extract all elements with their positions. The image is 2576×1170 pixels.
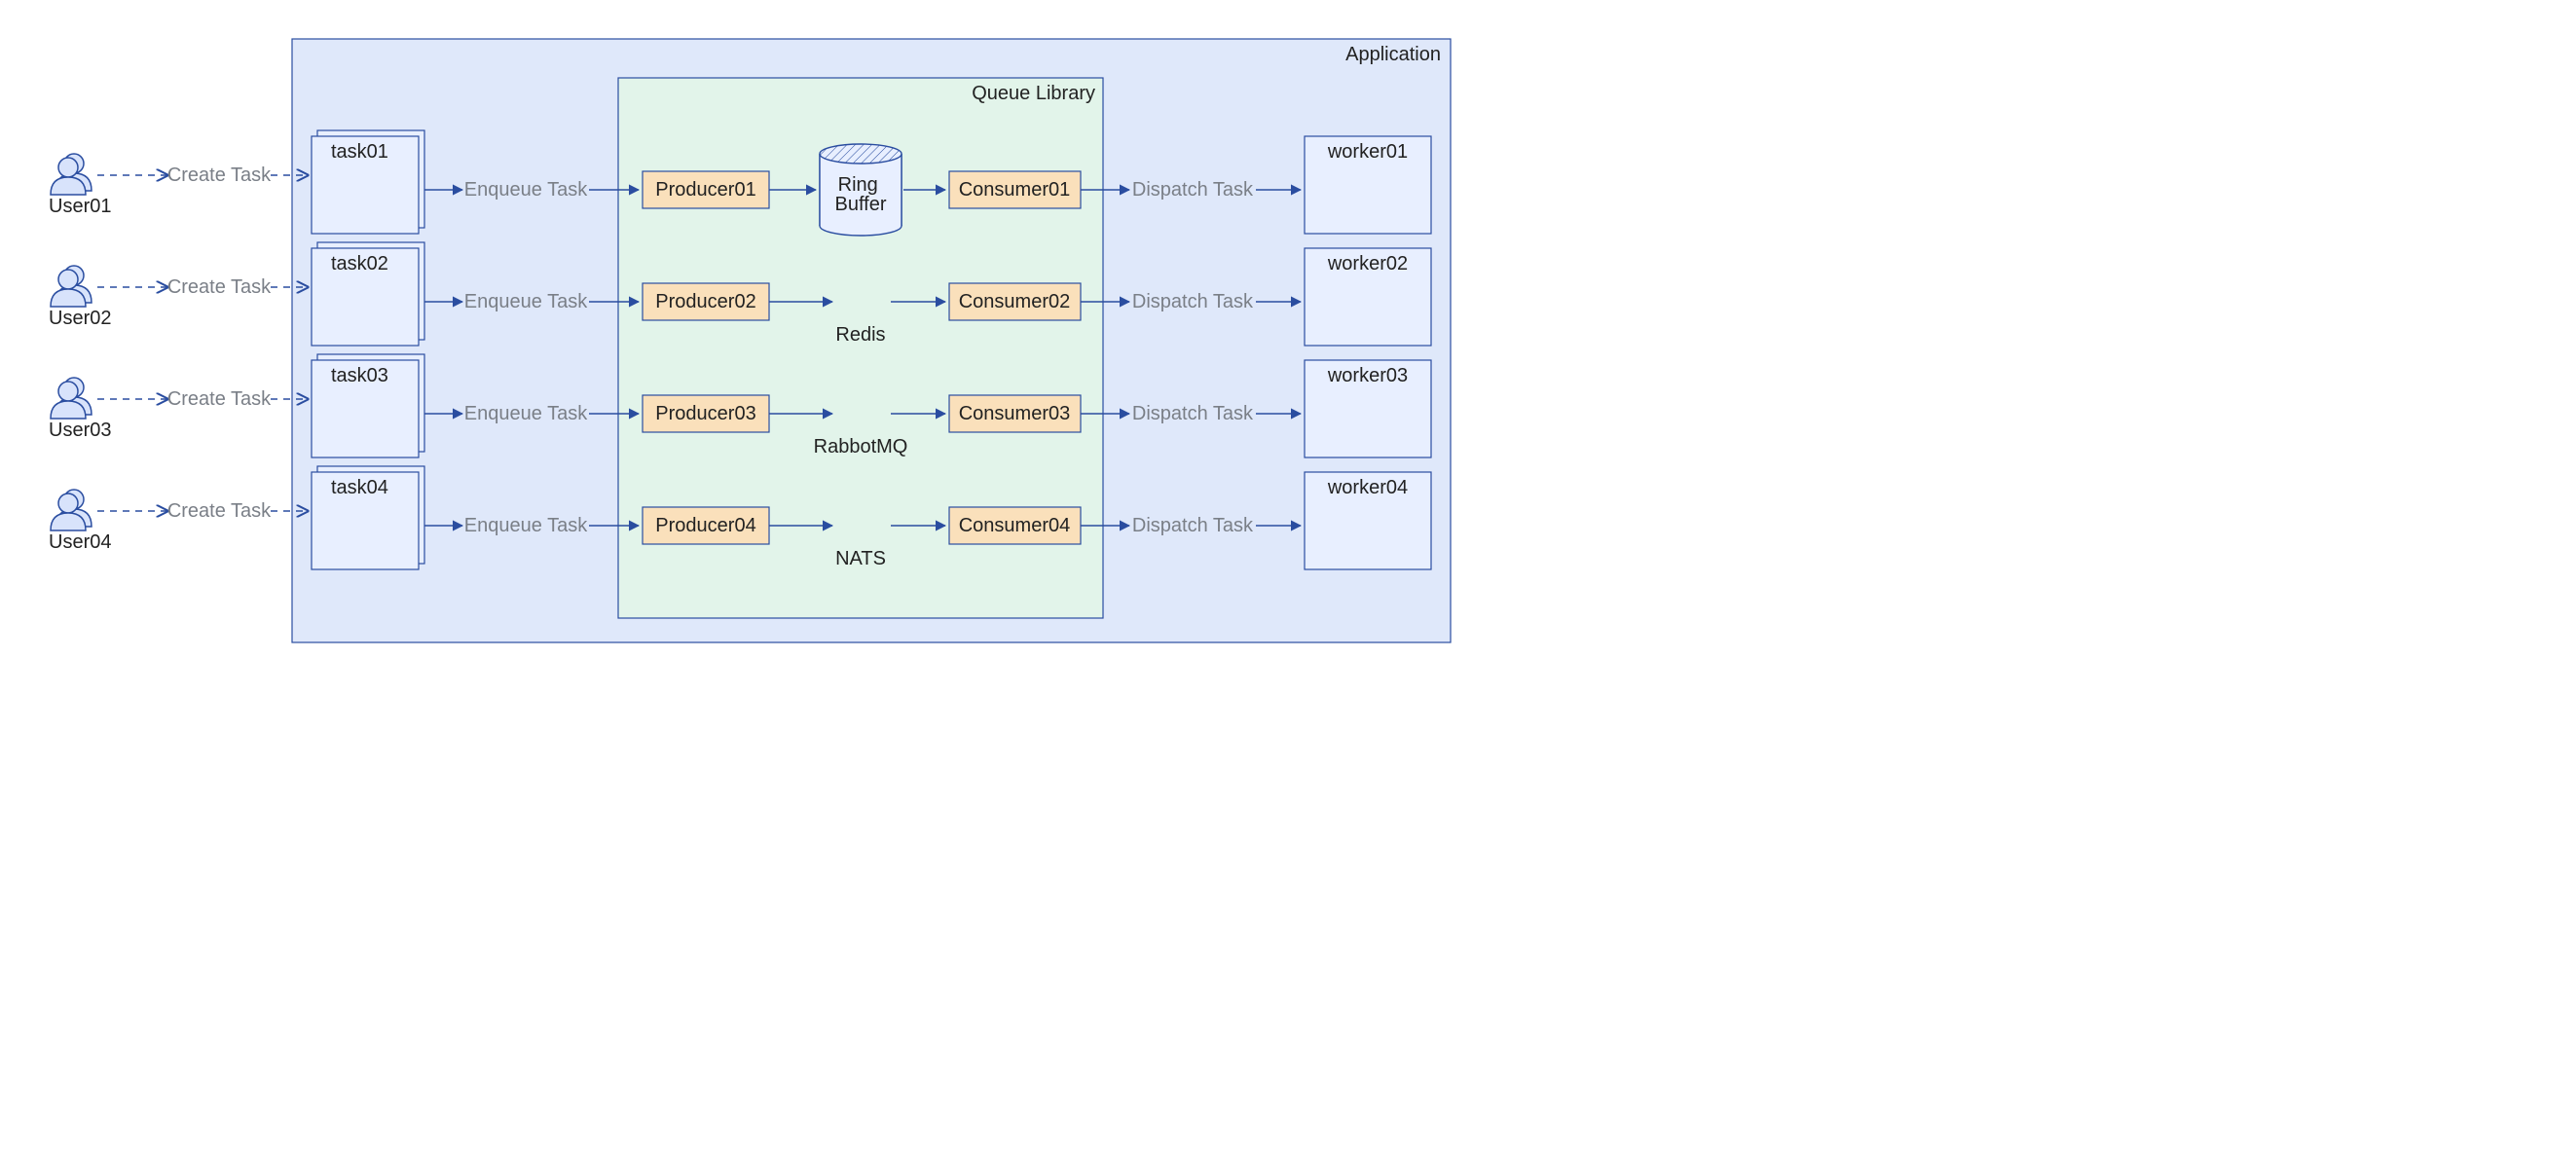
edge-label-dispatch: Dispatch Task xyxy=(1132,515,1254,536)
edge-label-enqueue: Enqueue Task xyxy=(464,291,588,312)
consumer-label: Consumer02 xyxy=(959,291,1071,312)
diagram-canvas: Application Queue Library User01 User02 … xyxy=(0,0,1480,672)
queue-label: NATS xyxy=(835,548,886,569)
edge-label-enqueue: Enqueue Task xyxy=(464,403,588,424)
producer-label: Producer04 xyxy=(655,515,755,536)
edge-label-create: Create Task xyxy=(167,276,272,298)
worker-label: worker02 xyxy=(1327,253,1408,274)
task-label: task01 xyxy=(331,141,388,163)
queue-label: RabbotMQ xyxy=(814,436,908,457)
edge-label-dispatch: Dispatch Task xyxy=(1132,179,1254,201)
edge-label-enqueue: Enqueue Task xyxy=(464,515,588,536)
task-box: task04 xyxy=(312,466,424,569)
worker-label: worker04 xyxy=(1327,477,1408,498)
task-label: task03 xyxy=(331,365,388,386)
edge-label-dispatch: Dispatch Task xyxy=(1132,403,1254,424)
task-box: task03 xyxy=(312,354,424,457)
consumer-label: Consumer04 xyxy=(959,515,1071,536)
task-box: task02 xyxy=(312,242,424,346)
user-icon xyxy=(51,490,92,530)
queue-label: Ring Buffer xyxy=(835,174,887,215)
task-box: task01 xyxy=(312,130,424,234)
consumer-label: Consumer03 xyxy=(959,403,1071,424)
producer-label: Producer01 xyxy=(655,179,755,201)
queue-library-title: Queue Library xyxy=(972,83,1095,104)
edge-label-create: Create Task xyxy=(167,500,272,522)
worker-label: worker01 xyxy=(1327,141,1408,163)
user-icon xyxy=(51,378,92,419)
queue-label: Redis xyxy=(835,324,885,346)
user-label: User01 xyxy=(49,196,111,217)
user-label: User03 xyxy=(49,420,111,441)
user-label: User02 xyxy=(49,308,111,329)
application-title: Application xyxy=(1345,44,1441,65)
user-icon xyxy=(51,266,92,307)
producer-label: Producer03 xyxy=(655,403,755,424)
user-icon xyxy=(51,154,92,195)
task-label: task04 xyxy=(331,477,388,498)
worker-label: worker03 xyxy=(1327,365,1408,386)
task-label: task02 xyxy=(331,253,388,274)
edge-label-enqueue: Enqueue Task xyxy=(464,179,588,201)
user-label: User04 xyxy=(49,531,111,553)
consumer-label: Consumer01 xyxy=(959,179,1071,201)
edge-label-create: Create Task xyxy=(167,388,272,410)
edge-label-dispatch: Dispatch Task xyxy=(1132,291,1254,312)
producer-label: Producer02 xyxy=(655,291,755,312)
edge-label-create: Create Task xyxy=(167,165,272,186)
